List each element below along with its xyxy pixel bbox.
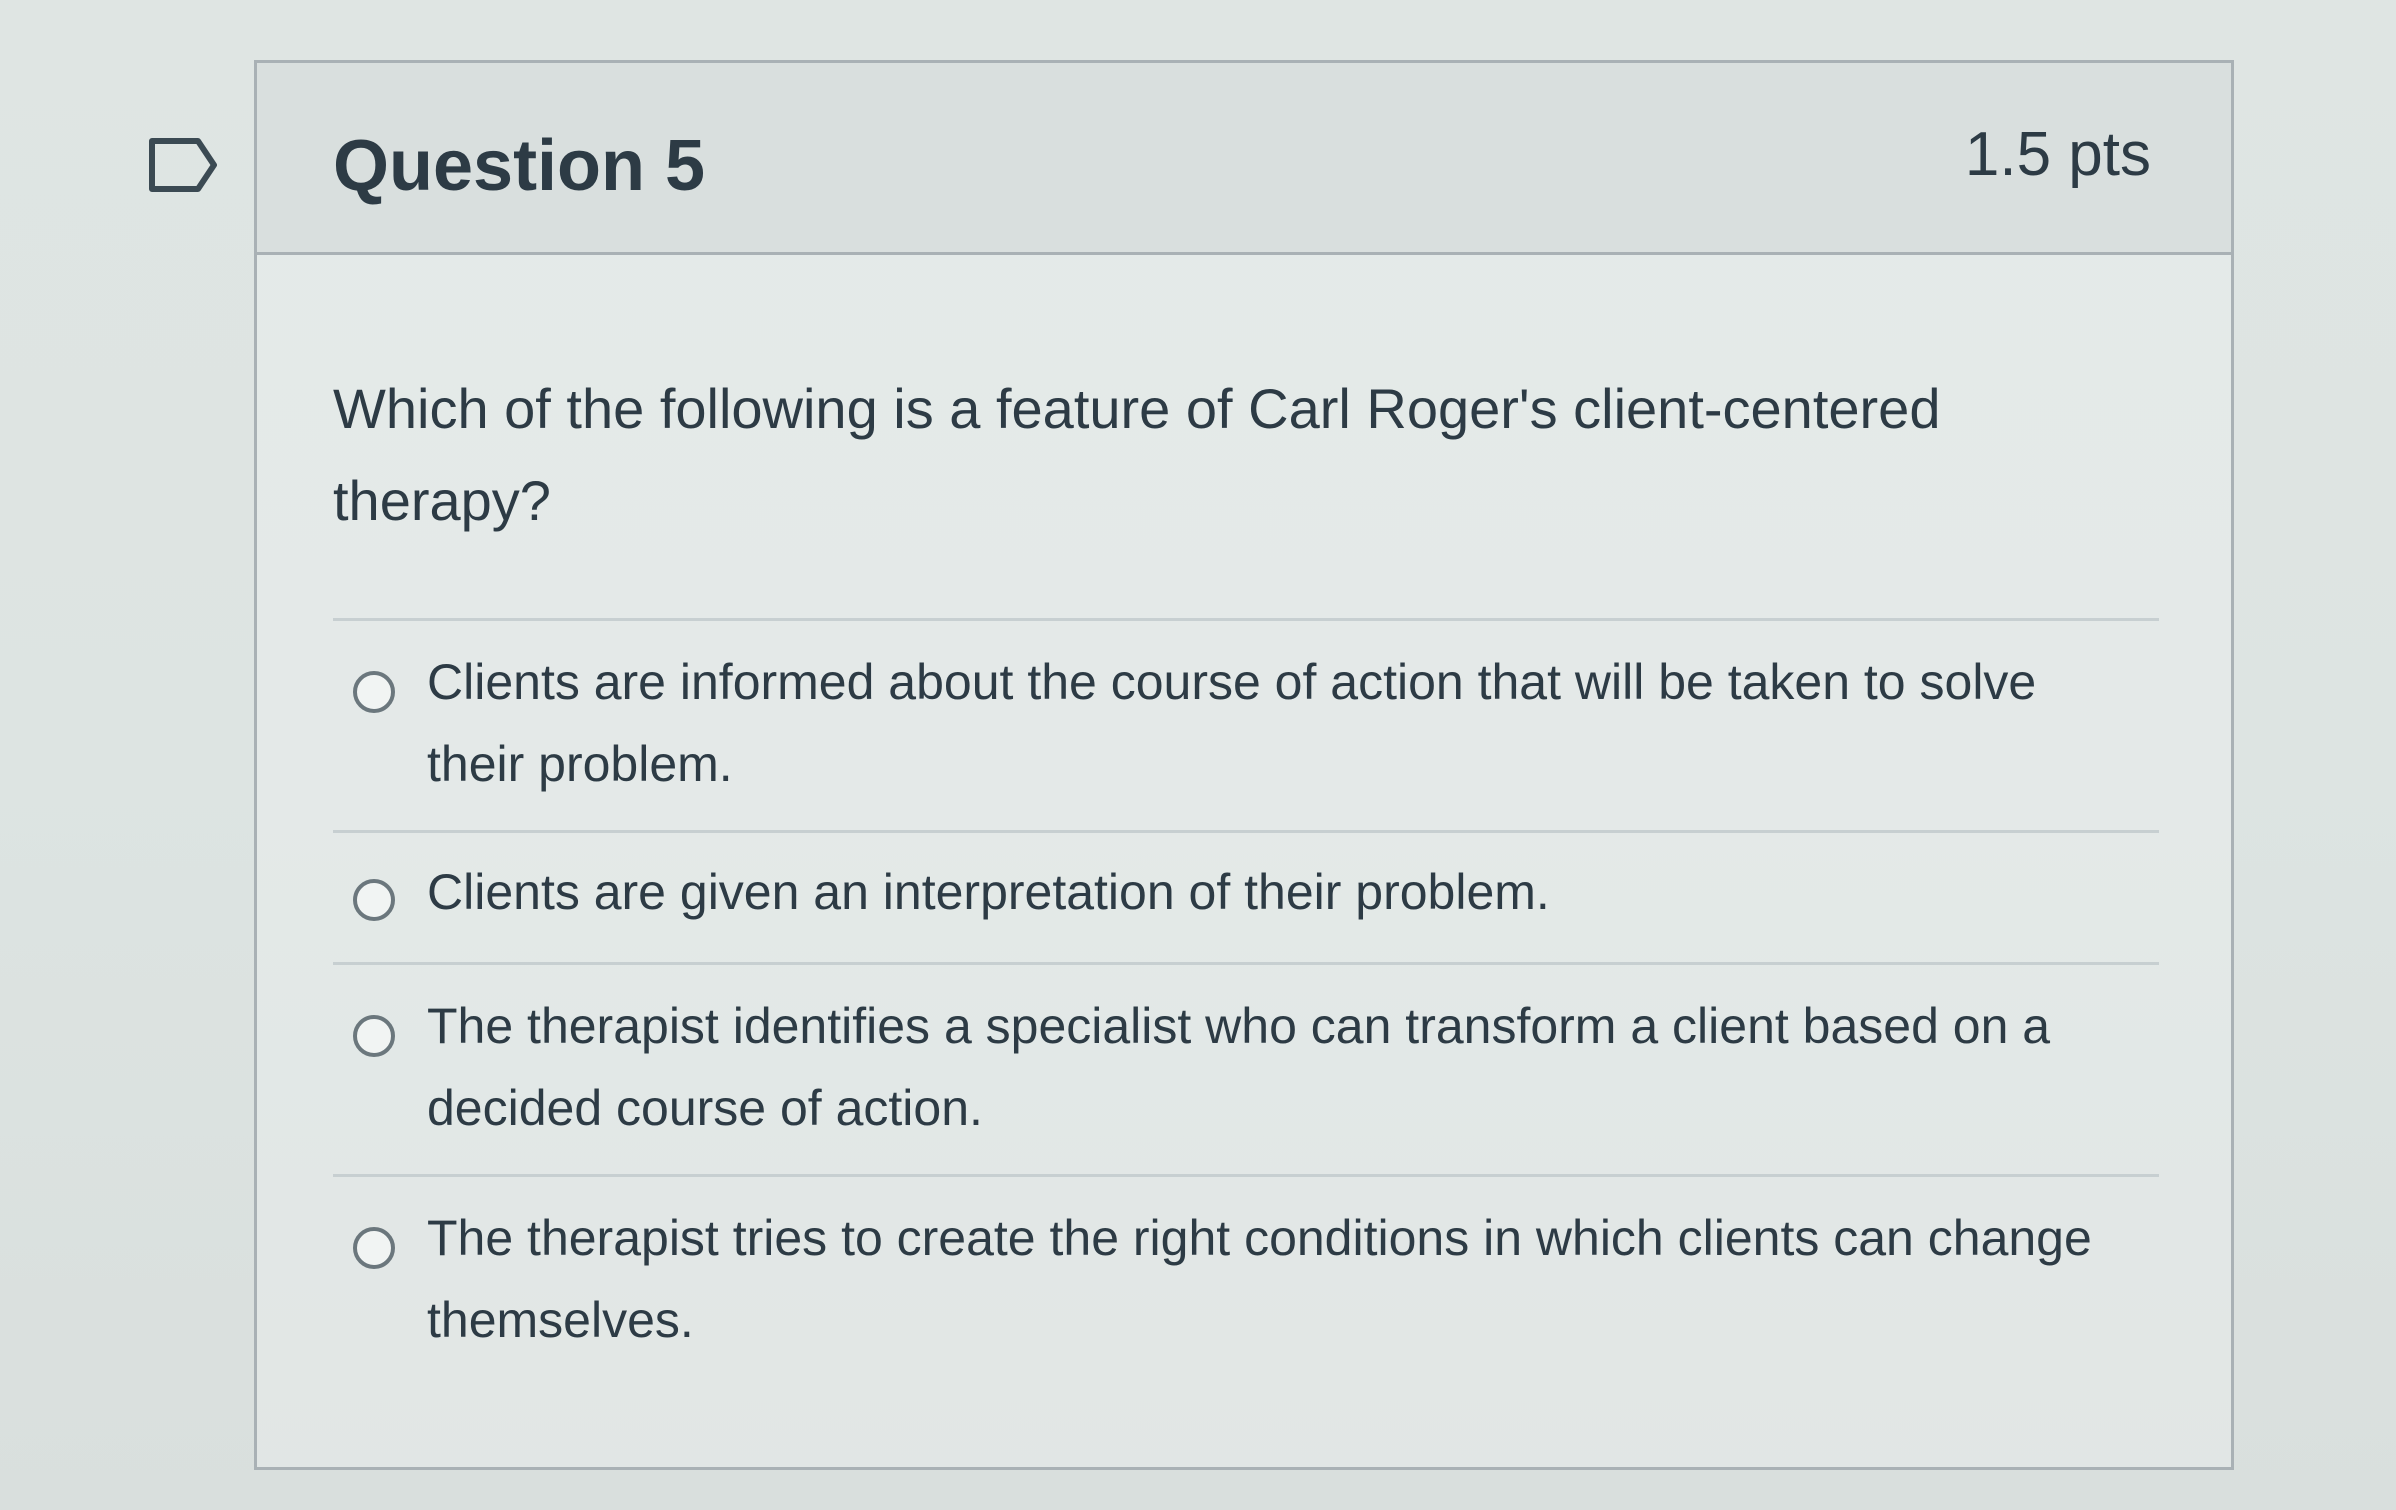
answer-option-1[interactable]: Clients are informed about the course of…	[333, 618, 2159, 830]
answer-option-2[interactable]: Clients are given an interpretation of t…	[333, 830, 2159, 962]
answer-option-3[interactable]: The therapist identifies a specialist wh…	[333, 962, 2159, 1174]
answer-list: Clients are informed about the course of…	[333, 618, 2159, 1386]
radio-button[interactable]	[353, 879, 395, 921]
answer-option-4[interactable]: The therapist tries to create the right …	[333, 1174, 2159, 1386]
answer-label: The therapist tries to create the right …	[427, 1210, 2092, 1348]
question-text: Which of the following is a feature of C…	[333, 377, 1941, 532]
radio-button[interactable]	[353, 1227, 395, 1269]
answer-label: The therapist identifies a specialist wh…	[427, 998, 2051, 1136]
answer-label: Clients are given an interpretation of t…	[427, 864, 1550, 920]
question-points: 1.5 pts	[1964, 120, 2151, 189]
question-title: Question 5	[333, 126, 706, 206]
bookmark-flag-icon[interactable]	[148, 137, 220, 193]
question-card: Question 5 1.5 pts Which of the followin…	[254, 60, 2234, 1470]
answer-label: Clients are informed about the course of…	[427, 654, 2037, 792]
question-header: Question 5 1.5 pts	[257, 63, 2231, 255]
radio-button[interactable]	[353, 1015, 395, 1057]
radio-button[interactable]	[353, 671, 395, 713]
